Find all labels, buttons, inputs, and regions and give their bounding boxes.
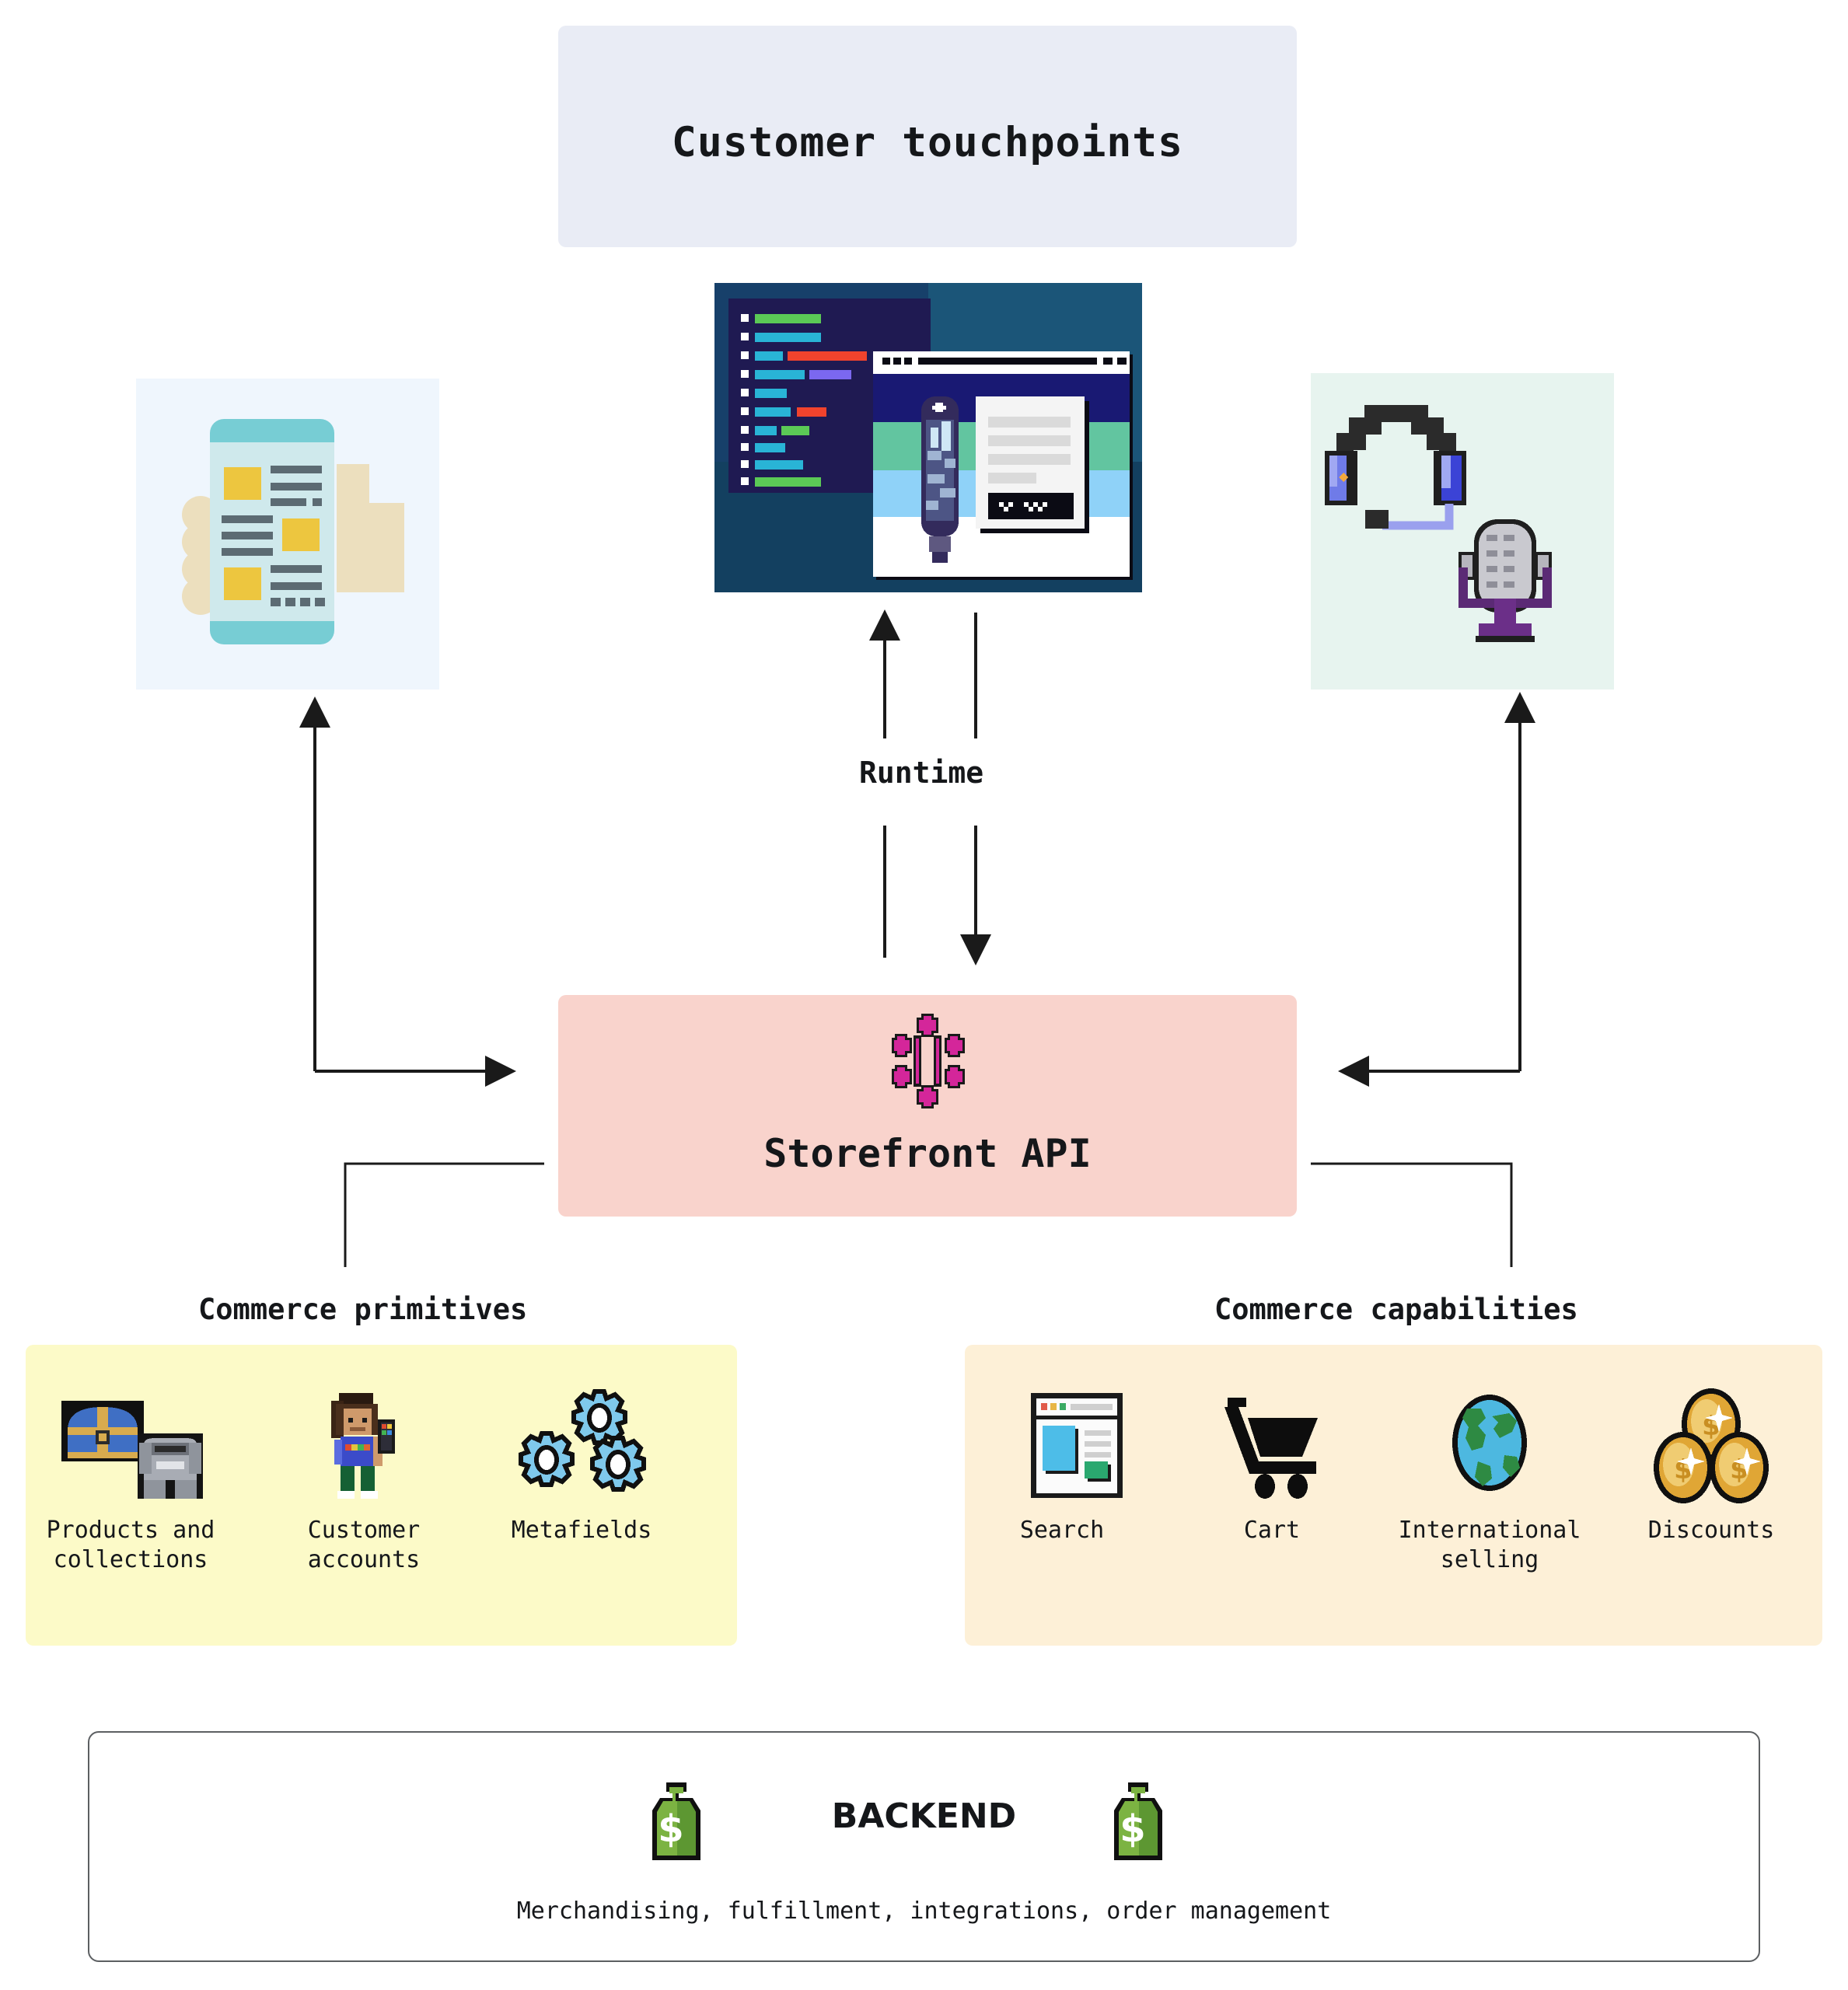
customer-character-icon xyxy=(331,1393,395,1499)
globe-icon xyxy=(1452,1395,1527,1491)
capability-label-line1: International xyxy=(1398,1517,1581,1544)
backend-panel: $ $ BACKEND Merchandising, fulfillment, … xyxy=(88,1731,1760,1962)
gold-coins-icon: $ $ $ xyxy=(1654,1388,1769,1503)
shopping-cart-icon xyxy=(1224,1398,1318,1499)
capability-item-cart[interactable]: Cart xyxy=(1198,1345,1346,1646)
primitive-label-line2: accounts xyxy=(307,1546,421,1573)
page-title: Customer touchpoints xyxy=(671,119,1184,166)
mobile-phone-in-hand-icon xyxy=(182,419,404,644)
capability-item-discounts[interactable]: $ $ $ Discounts xyxy=(1633,1345,1789,1646)
capability-label-line1: Search xyxy=(1019,1517,1105,1544)
commerce-capabilities-caption: Commerce capabilities xyxy=(1214,1293,1578,1326)
treasure-chest-and-armor-icon xyxy=(61,1401,203,1499)
commerce-primitives-panel: Products and collections Customer accoun… xyxy=(26,1345,737,1646)
capability-label-line1: Cart xyxy=(1243,1517,1301,1544)
customer-touchpoints-panel: Customer touchpoints xyxy=(558,26,1297,247)
primitive-label-line1: Metafields xyxy=(511,1517,652,1544)
browser-window-icon xyxy=(1031,1393,1123,1498)
commerce-capabilities-panel: Search Cart International selling $ $ $ … xyxy=(965,1345,1822,1646)
touchpoint-voice-panel xyxy=(1311,373,1614,690)
capability-label-line2: selling xyxy=(1440,1546,1539,1573)
graphql-node-graph-icon xyxy=(892,1014,965,1108)
capability-item-international-selling[interactable]: International selling xyxy=(1399,1345,1581,1646)
runtime-label: Runtime xyxy=(859,756,984,790)
code-editor-and-browser-illustration xyxy=(714,283,1142,592)
headset-and-microphone-icon xyxy=(1325,405,1552,642)
backend-subtitle: Merchandising, fulfillment, integrations… xyxy=(516,1897,1332,1925)
primitive-item-metafields[interactable]: Metafields xyxy=(508,1345,655,1646)
primitive-label-line1: Customer xyxy=(307,1517,421,1544)
primitive-label-line1: Products and xyxy=(46,1517,215,1544)
storefront-to-primitives-connector xyxy=(344,1162,544,1267)
capability-item-search[interactable]: Search xyxy=(988,1345,1136,1646)
primitive-label-line2: collections xyxy=(53,1546,208,1573)
touchpoint-mobile-panel xyxy=(136,379,439,690)
storefront-api-node: Storefront API xyxy=(558,995,1297,1217)
primitive-item-products[interactable]: Products and collections xyxy=(41,1345,220,1646)
commerce-primitives-caption: Commerce primitives xyxy=(198,1293,528,1326)
storefront-to-capabilities-connector xyxy=(1311,1162,1513,1267)
storefront-api-label: Storefront API xyxy=(763,1131,1092,1176)
gears-icon xyxy=(519,1389,646,1492)
capability-label-line1: Discounts xyxy=(1647,1517,1775,1544)
backend-title: BACKEND xyxy=(831,1796,1017,1836)
primitive-item-customer-accounts[interactable]: Customer accounts xyxy=(302,1345,426,1646)
